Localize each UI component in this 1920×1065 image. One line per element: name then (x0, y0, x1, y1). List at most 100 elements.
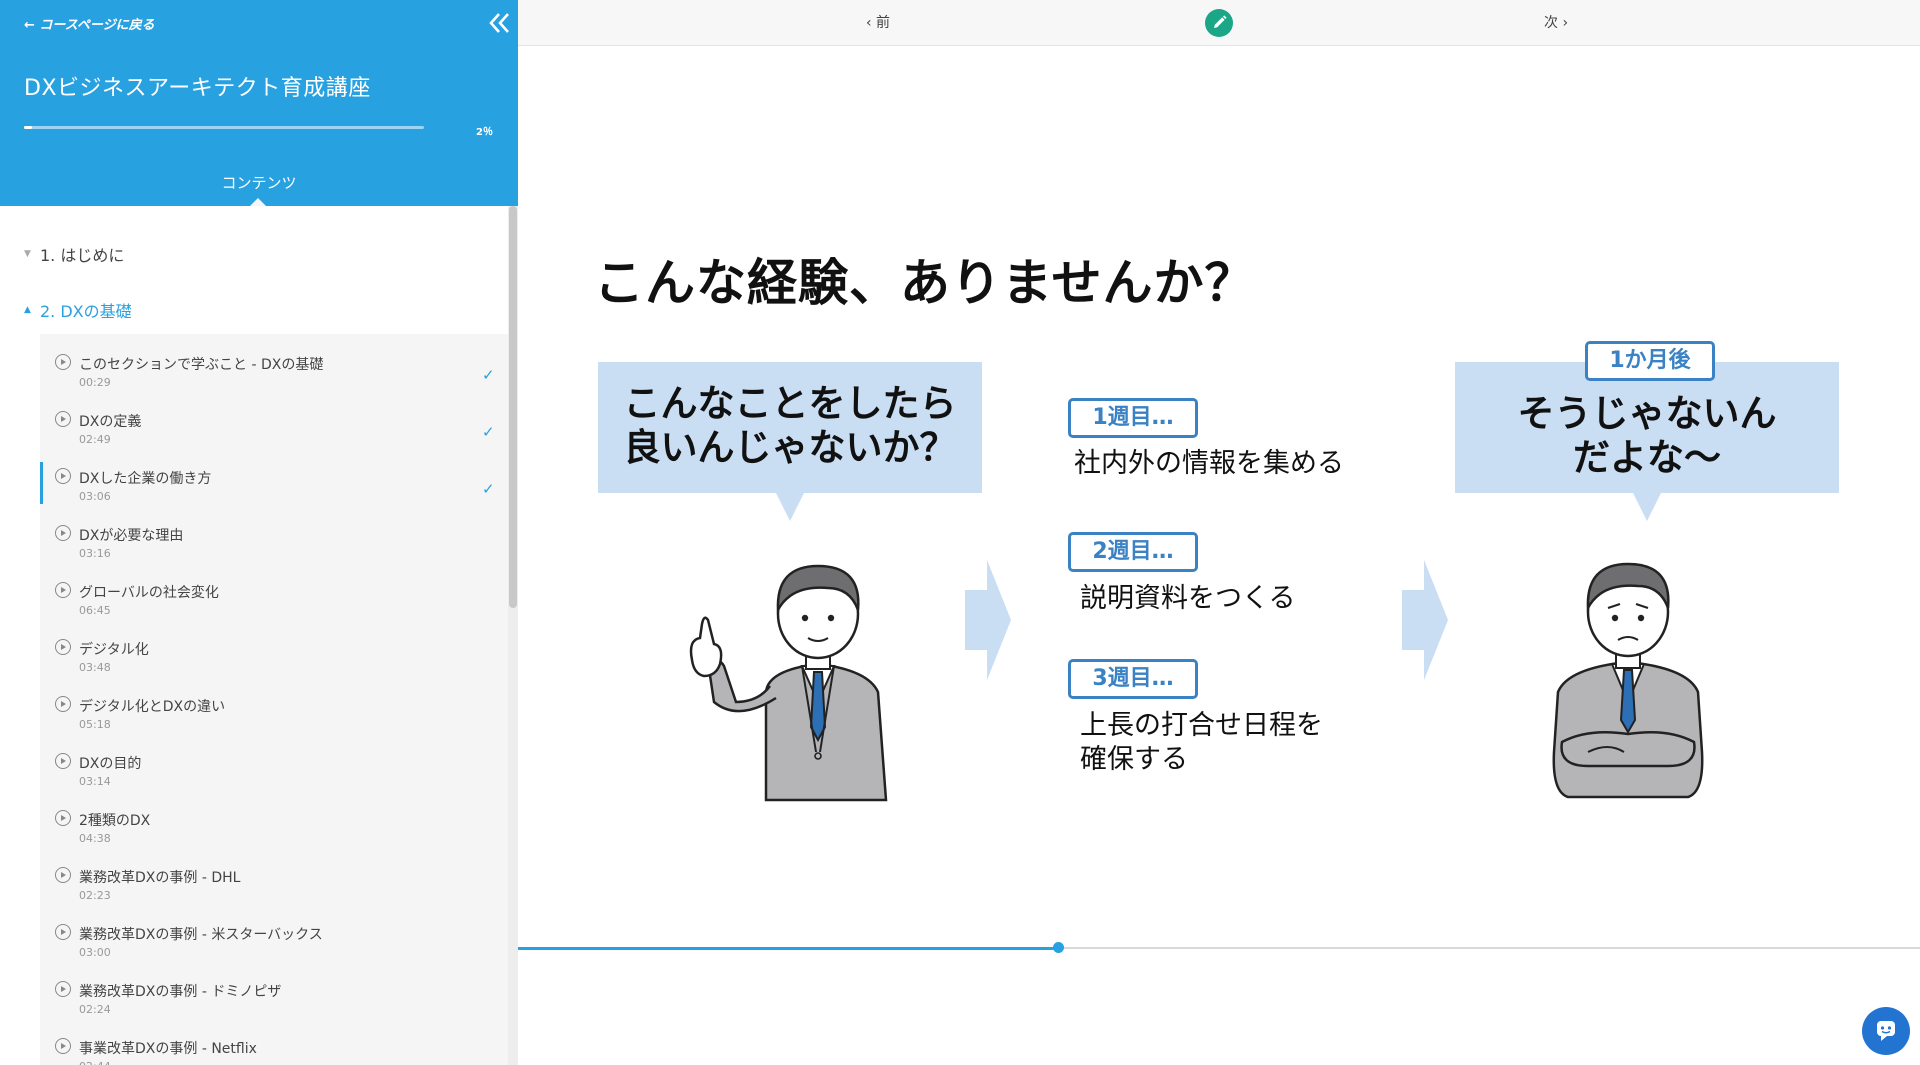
lesson-title: このセクションで学ぶこと - DXの基礎 (79, 357, 324, 373)
lesson-title: 業務改革DXの事例 - 米スターバックス (79, 927, 323, 943)
lesson-item[interactable]: グローバルの社会変化 06:45 (40, 572, 508, 629)
double-chevron-left-icon (489, 13, 509, 33)
lesson-nav-bar: ‹ 前 次 › (518, 0, 1920, 46)
week-1-tag: 1週目… (1068, 398, 1198, 438)
lecture-video[interactable]: こんな経験、ありませんか？ こんなことをしたら 良いんじゃないか？ そうじゃない… (518, 47, 1920, 953)
week-1-text: 社内外の情報を集める (1074, 448, 1344, 479)
check-icon: ✓ (482, 366, 495, 384)
lesson-list: このセクションで学ぶこと - DXの基礎 00:29 ✓ DXの定義 02:49 ✓ DXし… (40, 334, 508, 1065)
lesson-duration: 04:38 (79, 832, 111, 845)
lesson-title: 業務改革DXの事例 - DHL (79, 870, 241, 886)
lesson-item[interactable]: 業務改革DXの事例 - ドミノピザ 02:24 (40, 971, 508, 1028)
play-circle-icon (55, 582, 71, 598)
lesson-item[interactable]: DXの目的 03:14 (40, 743, 508, 800)
arrow-right-icon (965, 560, 1011, 680)
play-circle-icon (55, 924, 71, 940)
section-2[interactable]: ▲ 2. DXの基礎 (24, 298, 132, 322)
lesson-duration: 03:48 (79, 661, 111, 674)
businessman-pointing-illustration (689, 564, 888, 802)
bubble-line: だよな～ (1573, 436, 1721, 479)
play-circle-icon (55, 1038, 71, 1054)
lesson-duration: 05:18 (79, 718, 111, 731)
lesson-title: DXした企業の働き方 (79, 471, 212, 487)
sidebar-scrollbar[interactable] (508, 206, 518, 1065)
lesson-duration: 03:06 (79, 490, 111, 503)
play-circle-icon (55, 525, 71, 541)
bubble-line: こんなことをしたら (623, 382, 957, 425)
lesson-title: デジタル化とDXの違い (79, 699, 226, 715)
lesson-title: DXの目的 (79, 756, 142, 772)
lesson-duration: 02:49 (79, 433, 111, 446)
lesson-duration: 02:23 (79, 889, 111, 902)
speech-bubble-left: こんなことをしたら 良いんじゃないか？ (598, 362, 982, 521)
pencil-icon (1214, 15, 1227, 28)
lesson-item[interactable]: 業務改革DXの事例 - DHL 02:23 (40, 857, 508, 914)
lesson-title: デジタル化 (79, 642, 149, 658)
chat-support-button[interactable] (1862, 1007, 1910, 1055)
lesson-item[interactable]: このセクションで学ぶこと - DXの基礎 00:29 ✓ (40, 344, 508, 401)
video-seek-progress (518, 947, 1058, 950)
lesson-duration: 03:16 (79, 547, 111, 560)
lesson-duration: 03:00 (79, 946, 111, 959)
curriculum-list: ▼ 1. はじめに ▲ 2. DXの基礎 このセクションで学ぶこと - DXの基… (0, 206, 508, 1065)
collapse-sidebar-button[interactable] (486, 10, 512, 36)
triangle-down-icon: ▼ (24, 249, 31, 259)
week-3-text-line1: 上長の打合せ日程を (1080, 710, 1323, 741)
arrow-right-icon (1402, 560, 1448, 680)
course-progress-bar (24, 126, 424, 129)
speech-bubble-right: そうじゃないん だよな～ (1455, 362, 1839, 521)
businessman-arms-crossed-illustration (1552, 562, 1704, 799)
section-label: 1. はじめに (40, 246, 125, 265)
bubble-text: そうじゃないん だよな～ (1455, 392, 1839, 480)
course-title: DXビジネスアーキテクト育成講座 (24, 76, 371, 101)
triangle-up-icon: ▲ (24, 305, 31, 315)
sidebar-scrollbar-thumb[interactable] (509, 206, 517, 608)
lesson-title: DXが必要な理由 (79, 528, 184, 544)
play-circle-icon (55, 867, 71, 883)
week-3-tag: 3週目… (1068, 659, 1198, 699)
lesson-item[interactable]: デジタル化 03:48 (40, 629, 508, 686)
week-2-tag: 2週目… (1068, 532, 1198, 572)
lesson-duration: 00:29 (79, 376, 111, 389)
check-icon: ✓ (482, 480, 495, 498)
lesson-title: 2種類のDX (79, 813, 151, 829)
lesson-title: DXの定義 (79, 414, 142, 430)
lesson-title: 業務改革DXの事例 - ドミノピザ (79, 984, 282, 1000)
edit-button[interactable] (1205, 9, 1233, 37)
lesson-item[interactable]: 事業改革DXの事例 - Netflix 02:44 (40, 1028, 508, 1065)
play-circle-icon (55, 753, 71, 769)
bubble-line: そうじゃないん (1517, 392, 1777, 435)
play-circle-icon (55, 468, 71, 484)
lesson-item[interactable]: DXした企業の働き方 03:06 ✓ (40, 458, 508, 515)
chat-icon (1877, 1021, 1895, 1041)
lesson-item[interactable]: デジタル化とDXの違い 05:18 (40, 686, 508, 743)
bubble-line: 良いんじゃないか？ (623, 426, 957, 469)
next-lesson-button[interactable]: 次 › (1544, 12, 1568, 32)
back-to-course-link[interactable]: ← コースページに戻る (24, 14, 155, 33)
play-circle-icon (55, 981, 71, 997)
check-icon: ✓ (482, 423, 495, 441)
course-progress-label: 2％ (476, 127, 493, 138)
lesson-duration: 02:44 (79, 1060, 111, 1065)
lesson-item[interactable]: 2種類のDX 04:38 (40, 800, 508, 857)
section-label: 2. DXの基礎 (40, 302, 132, 321)
prev-lesson-button[interactable]: ‹ 前 (866, 12, 890, 32)
lesson-item[interactable]: DXの定義 02:49 ✓ (40, 401, 508, 458)
lesson-duration: 06:45 (79, 604, 111, 617)
lesson-item[interactable]: 業務改革DXの事例 - 米スターバックス 03:00 (40, 914, 508, 971)
tab-contents[interactable]: コンテンツ (0, 172, 518, 193)
week-3-text-line2: 確保する (1080, 744, 1188, 775)
play-circle-icon (55, 354, 71, 370)
bubble-text: こんなことをしたら 良いんじゃないか？ (598, 382, 982, 470)
course-progress-fill (24, 126, 32, 129)
play-circle-icon (55, 696, 71, 712)
play-circle-icon (55, 411, 71, 427)
lesson-item[interactable]: DXが必要な理由 03:16 (40, 515, 508, 572)
lesson-duration: 03:14 (79, 775, 111, 788)
slide-title: こんな経験、ありませんか？ (594, 254, 1256, 312)
month-later-tag: 1か月後 (1585, 341, 1715, 381)
lesson-duration: 02:24 (79, 1003, 111, 1016)
video-seek-handle[interactable] (1052, 942, 1064, 953)
section-1[interactable]: ▼ 1. はじめに (24, 242, 124, 266)
sidebar-header: ← コースページに戻る DXビジネスアーキテクト育成講座 2％ コンテンツ (0, 0, 518, 206)
